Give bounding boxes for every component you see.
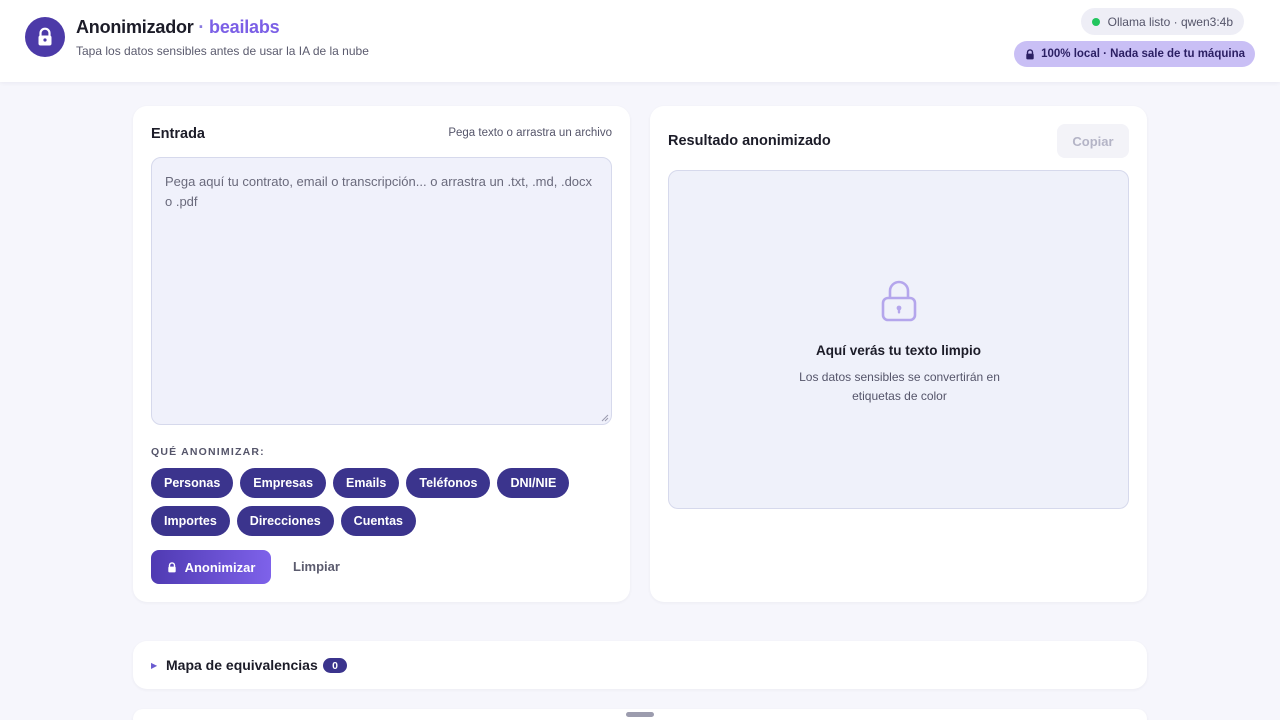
input-textarea[interactable]: Pega aquí tu contrato, email o transcrip…	[151, 157, 612, 425]
chip-empresas[interactable]: Empresas	[240, 468, 327, 498]
chip-cuentas[interactable]: Cuentas	[340, 506, 416, 536]
app-logo	[25, 17, 65, 57]
app-name: Anonimizador	[76, 17, 194, 37]
output-panel: Resultado anonimizado Copiar Aquí verás …	[650, 106, 1147, 602]
app-title: Anonimizador · beailabs	[76, 17, 280, 38]
anonymize-button[interactable]: Anonimizar	[151, 550, 271, 584]
equivalence-count-badge: 0	[323, 658, 347, 673]
local-only-badge: 100% local · Nada sale de tu máquina	[1014, 41, 1255, 67]
disclosure-triangle-icon[interactable]: ▶	[151, 661, 157, 670]
lock-icon	[167, 561, 176, 572]
clear-button[interactable]: Limpiar	[293, 559, 340, 574]
input-placeholder: Pega aquí tu contrato, email o transcrip…	[165, 174, 593, 209]
app-header: Anonimizador · beailabs Tapa los datos s…	[0, 0, 1280, 82]
lock-outline-icon	[881, 280, 917, 322]
chip-direcciones[interactable]: Direcciones	[236, 506, 334, 536]
chip-dni-nie[interactable]: DNI/NIE	[497, 468, 570, 498]
chip-importes[interactable]: Importes	[151, 506, 230, 536]
lock-icon	[38, 27, 52, 46]
anonymize-section-label: QUÉ ANONIMIZAR:	[151, 446, 265, 458]
model-status-text: Ollama listo · qwen3:4b	[1107, 14, 1233, 29]
title-separator: ·	[198, 17, 205, 37]
resize-handle-icon[interactable]	[601, 414, 609, 422]
result-area: Aquí verás tu texto limpio Los datos sen…	[668, 170, 1129, 509]
input-title: Entrada	[151, 126, 205, 142]
local-only-text: 100% local · Nada sale de tu máquina	[1041, 48, 1245, 60]
entity-chip-list: Personas Empresas Emails Teléfonos DNI/N…	[151, 468, 591, 536]
input-panel: Entrada Pega texto o arrastra un archivo…	[133, 106, 630, 602]
model-status-badge: Ollama listo · qwen3:4b	[1080, 8, 1244, 35]
status-dot-icon	[1091, 17, 1100, 26]
empty-state-text: Los datos sensibles se convertirán en et…	[799, 370, 1000, 403]
input-hint: Pega texto o arrastra un archivo	[448, 127, 612, 139]
output-title: Resultado anonimizado	[668, 133, 831, 149]
empty-state-title: Aquí verás tu texto limpio	[815, 343, 982, 358]
app-subtitle: Tapa los datos sensibles antes de usar l…	[76, 44, 369, 58]
chip-personas[interactable]: Personas	[151, 468, 234, 498]
scroll-handle[interactable]	[626, 712, 654, 717]
copy-button[interactable]: Copiar	[1057, 124, 1129, 158]
chip-emails[interactable]: Emails	[333, 468, 400, 498]
chip-telefonos[interactable]: Teléfonos	[406, 468, 491, 498]
equivalence-map-panel[interactable]: ▶ Mapa de equivalencias 0	[133, 641, 1147, 689]
brand-name: beailabs	[209, 17, 280, 37]
equivalence-map-title: Mapa de equivalencias	[166, 657, 318, 673]
anonymize-button-label: Anonimizar	[184, 559, 256, 575]
lock-icon	[1026, 48, 1034, 59]
